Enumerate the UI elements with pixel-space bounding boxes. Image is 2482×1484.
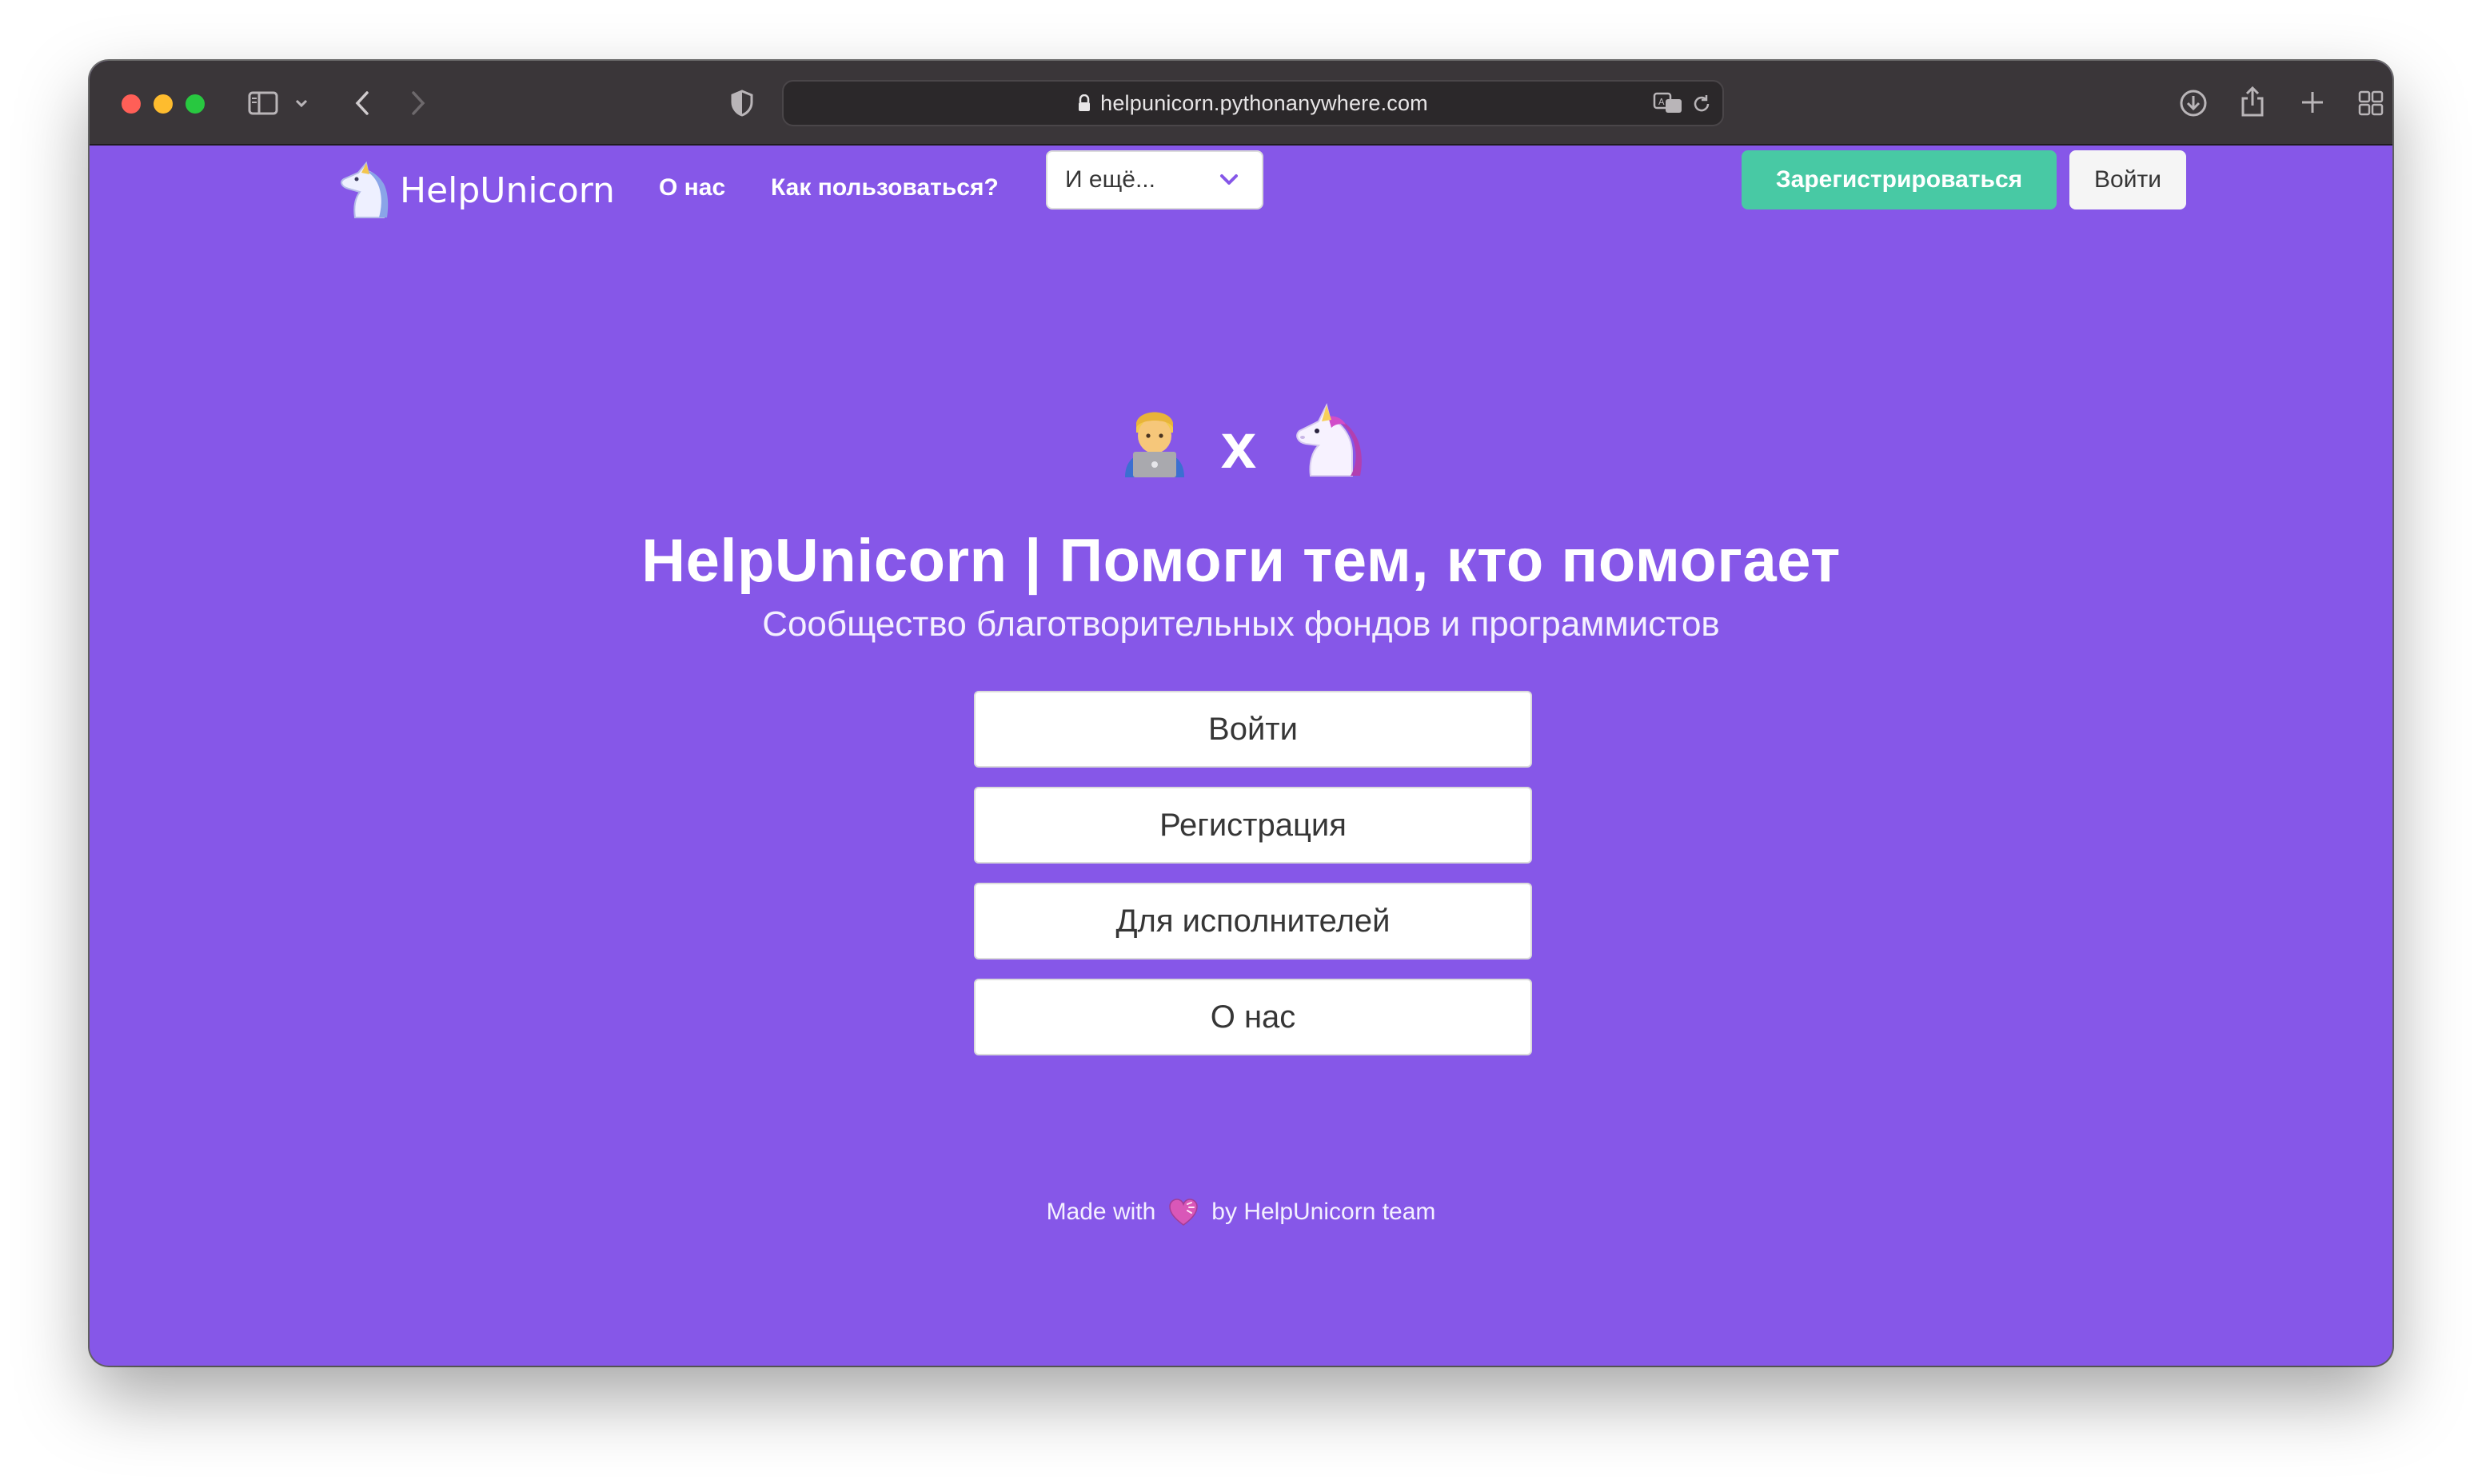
- more-dropdown[interactable]: И ещё...: [1046, 150, 1263, 209]
- unicorn-icon: [1287, 401, 1363, 481]
- hero-executors-button[interactable]: Для исполнителей: [974, 883, 1532, 959]
- nav-link-how-to-use[interactable]: Как пользоваться?: [771, 174, 999, 201]
- tab-overview-icon[interactable]: [2357, 90, 2384, 117]
- footer-prefix: Made with: [1046, 1199, 1156, 1225]
- footer: Made with by HelpUnicorn team: [90, 1198, 2392, 1227]
- heart-icon: [1168, 1198, 1199, 1227]
- forward-icon[interactable]: [406, 90, 430, 117]
- login-button[interactable]: Войти: [2069, 150, 2186, 209]
- address-bar[interactable]: helpunicorn.pythonanywhere.com A: [782, 80, 1724, 126]
- zoom-window-button[interactable]: [186, 94, 205, 114]
- share-icon[interactable]: [2239, 85, 2266, 118]
- close-window-button[interactable]: [122, 94, 141, 114]
- brand-name: HelpUnicorn: [400, 170, 615, 211]
- technologist-icon: [1119, 401, 1191, 481]
- url-text: helpunicorn.pythonanywhere.com: [1100, 90, 1428, 115]
- shield-icon[interactable]: [729, 88, 755, 118]
- download-icon[interactable]: [2178, 88, 2209, 118]
- hero-subtitle: Сообщество благотворительных фондов и пр…: [762, 604, 1720, 644]
- hero-separator: x: [1220, 410, 1257, 481]
- svg-text:A: A: [1658, 97, 1665, 107]
- footer-suffix: by HelpUnicorn team: [1211, 1199, 1436, 1225]
- hero-title: HelpUnicorn | Помоги тем, кто помогает: [641, 527, 1841, 595]
- lock-icon: [1078, 94, 1091, 112]
- browser-window: helpunicorn.pythonanywhere.com A HelpUni…: [90, 61, 2392, 1366]
- reload-icon[interactable]: [1690, 93, 1713, 115]
- sidebar-icon[interactable]: [246, 90, 280, 117]
- hero-about-button[interactable]: О нас: [974, 979, 1532, 1055]
- unicorn-logo-icon: [331, 162, 390, 219]
- brand-logo-link[interactable]: HelpUnicorn: [331, 160, 615, 221]
- translate-icon[interactable]: A: [1652, 91, 1684, 115]
- chevron-down-icon: [1219, 170, 1239, 190]
- minimize-window-button[interactable]: [154, 94, 173, 114]
- browser-toolbar: helpunicorn.pythonanywhere.com A: [90, 61, 2392, 146]
- dropdown-label: И ещё...: [1065, 166, 1155, 193]
- nav-link-about[interactable]: О нас: [659, 174, 725, 201]
- register-button[interactable]: Зарегистрироваться: [1742, 150, 2057, 209]
- hero-login-button[interactable]: Войти: [974, 691, 1532, 768]
- back-icon[interactable]: [350, 90, 374, 117]
- hero-register-button[interactable]: Регистрация: [974, 787, 1532, 864]
- hero-emoji-row: x: [90, 397, 2392, 485]
- chevron-down-icon[interactable]: [293, 96, 310, 110]
- new-tab-icon[interactable]: [2300, 90, 2325, 115]
